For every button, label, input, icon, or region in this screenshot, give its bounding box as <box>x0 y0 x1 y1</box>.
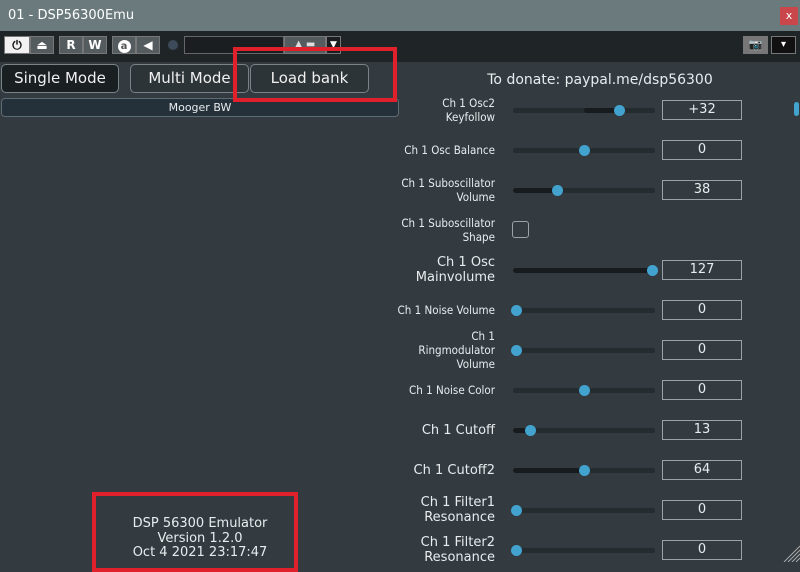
slider-knob[interactable] <box>511 505 522 516</box>
multi-mode-button[interactable]: Multi Mode <box>130 64 249 93</box>
param-slider[interactable] <box>511 345 655 356</box>
param-slider[interactable] <box>513 185 655 196</box>
slider-knob[interactable] <box>511 345 522 356</box>
highlight-box <box>92 492 298 572</box>
slider-knob[interactable] <box>551 185 563 196</box>
param-value[interactable]: 0 <box>662 300 742 320</box>
param-label: Ch 1 Filter2 Resonance <box>420 535 495 565</box>
param-label: Ch 1 Cutoff <box>421 422 495 438</box>
automation-button[interactable]: a <box>112 36 136 54</box>
param-value[interactable]: 64 <box>662 460 742 480</box>
slider-fill <box>513 268 652 273</box>
param-value[interactable]: 0 <box>662 540 742 560</box>
scrollbar[interactable] <box>794 102 799 116</box>
param-checkbox[interactable] <box>512 221 529 238</box>
slider-knob[interactable] <box>579 385 590 396</box>
param-slider[interactable] <box>513 265 658 276</box>
param-label: Ch 1 Suboscillator Shape <box>401 216 495 244</box>
param-label: Ch 1 Cutoff2 <box>413 462 495 478</box>
slider-knob[interactable] <box>579 145 590 156</box>
slider-knob[interactable] <box>579 465 590 476</box>
param-label: Ch 1 Osc Mainvolume <box>415 255 495 285</box>
param-slider[interactable] <box>511 545 655 556</box>
param-label: Ch 1 Noise Volume <box>397 303 495 317</box>
param-slider[interactable] <box>511 305 655 316</box>
slider-fill <box>513 188 557 193</box>
param-slider[interactable] <box>511 505 655 516</box>
param-value[interactable]: 0 <box>662 380 742 400</box>
param-value[interactable]: 127 <box>662 260 742 280</box>
param-slider[interactable] <box>513 145 655 156</box>
automation-icon: a <box>117 40 131 53</box>
read-button[interactable]: R <box>59 36 83 54</box>
param-value[interactable]: 0 <box>662 340 742 360</box>
param-label: Ch 1 Suboscillator Volume <box>401 176 495 204</box>
slider-knob[interactable] <box>511 545 522 556</box>
param-slider[interactable] <box>513 105 655 116</box>
param-value[interactable]: 0 <box>662 500 742 520</box>
param-value[interactable]: 13 <box>662 420 742 440</box>
options-dropdown-button[interactable]: ▾ <box>771 36 796 54</box>
write-button[interactable]: W <box>83 36 107 54</box>
param-slider[interactable] <box>513 465 655 476</box>
param-label: Ch 1 Noise Color <box>409 383 495 397</box>
slider-knob[interactable] <box>614 105 626 116</box>
param-slider[interactable] <box>513 385 655 396</box>
slider-fill <box>513 468 584 473</box>
title-bar: 01 - DSP56300Emu <box>0 0 800 31</box>
status-led-icon <box>168 40 178 50</box>
donate-text: To donate: paypal.me/dsp56300 <box>487 72 713 88</box>
param-label: Ch 1 Osc Balance <box>404 143 495 157</box>
camera-icon[interactable]: 📷 <box>743 36 768 54</box>
param-value[interactable]: 0 <box>662 140 742 160</box>
window-title: 01 - DSP56300Emu <box>8 8 135 23</box>
bypass-icon[interactable]: ⏏ <box>30 36 54 54</box>
close-button[interactable]: x <box>780 7 798 25</box>
param-label: Ch 1 Filter1 Resonance <box>420 495 495 525</box>
param-value[interactable]: 38 <box>662 180 742 200</box>
param-label: Ch 1 Osc2 Keyfollow <box>442 96 495 124</box>
slider-knob[interactable] <box>647 265 658 276</box>
single-mode-button[interactable]: Single Mode <box>1 64 119 93</box>
slider-knob[interactable] <box>511 305 522 316</box>
param-slider[interactable] <box>513 425 655 436</box>
slider-knob[interactable] <box>524 425 536 436</box>
power-icon[interactable]: ⏻ <box>4 36 30 54</box>
param-value[interactable]: +32 <box>662 100 742 120</box>
arrow-left-icon[interactable]: ◀ <box>136 36 160 54</box>
resize-grip-icon[interactable] <box>782 544 800 562</box>
highlight-box <box>233 47 397 102</box>
param-label: Ch 1 Ringmodulator Volume <box>418 329 495 371</box>
